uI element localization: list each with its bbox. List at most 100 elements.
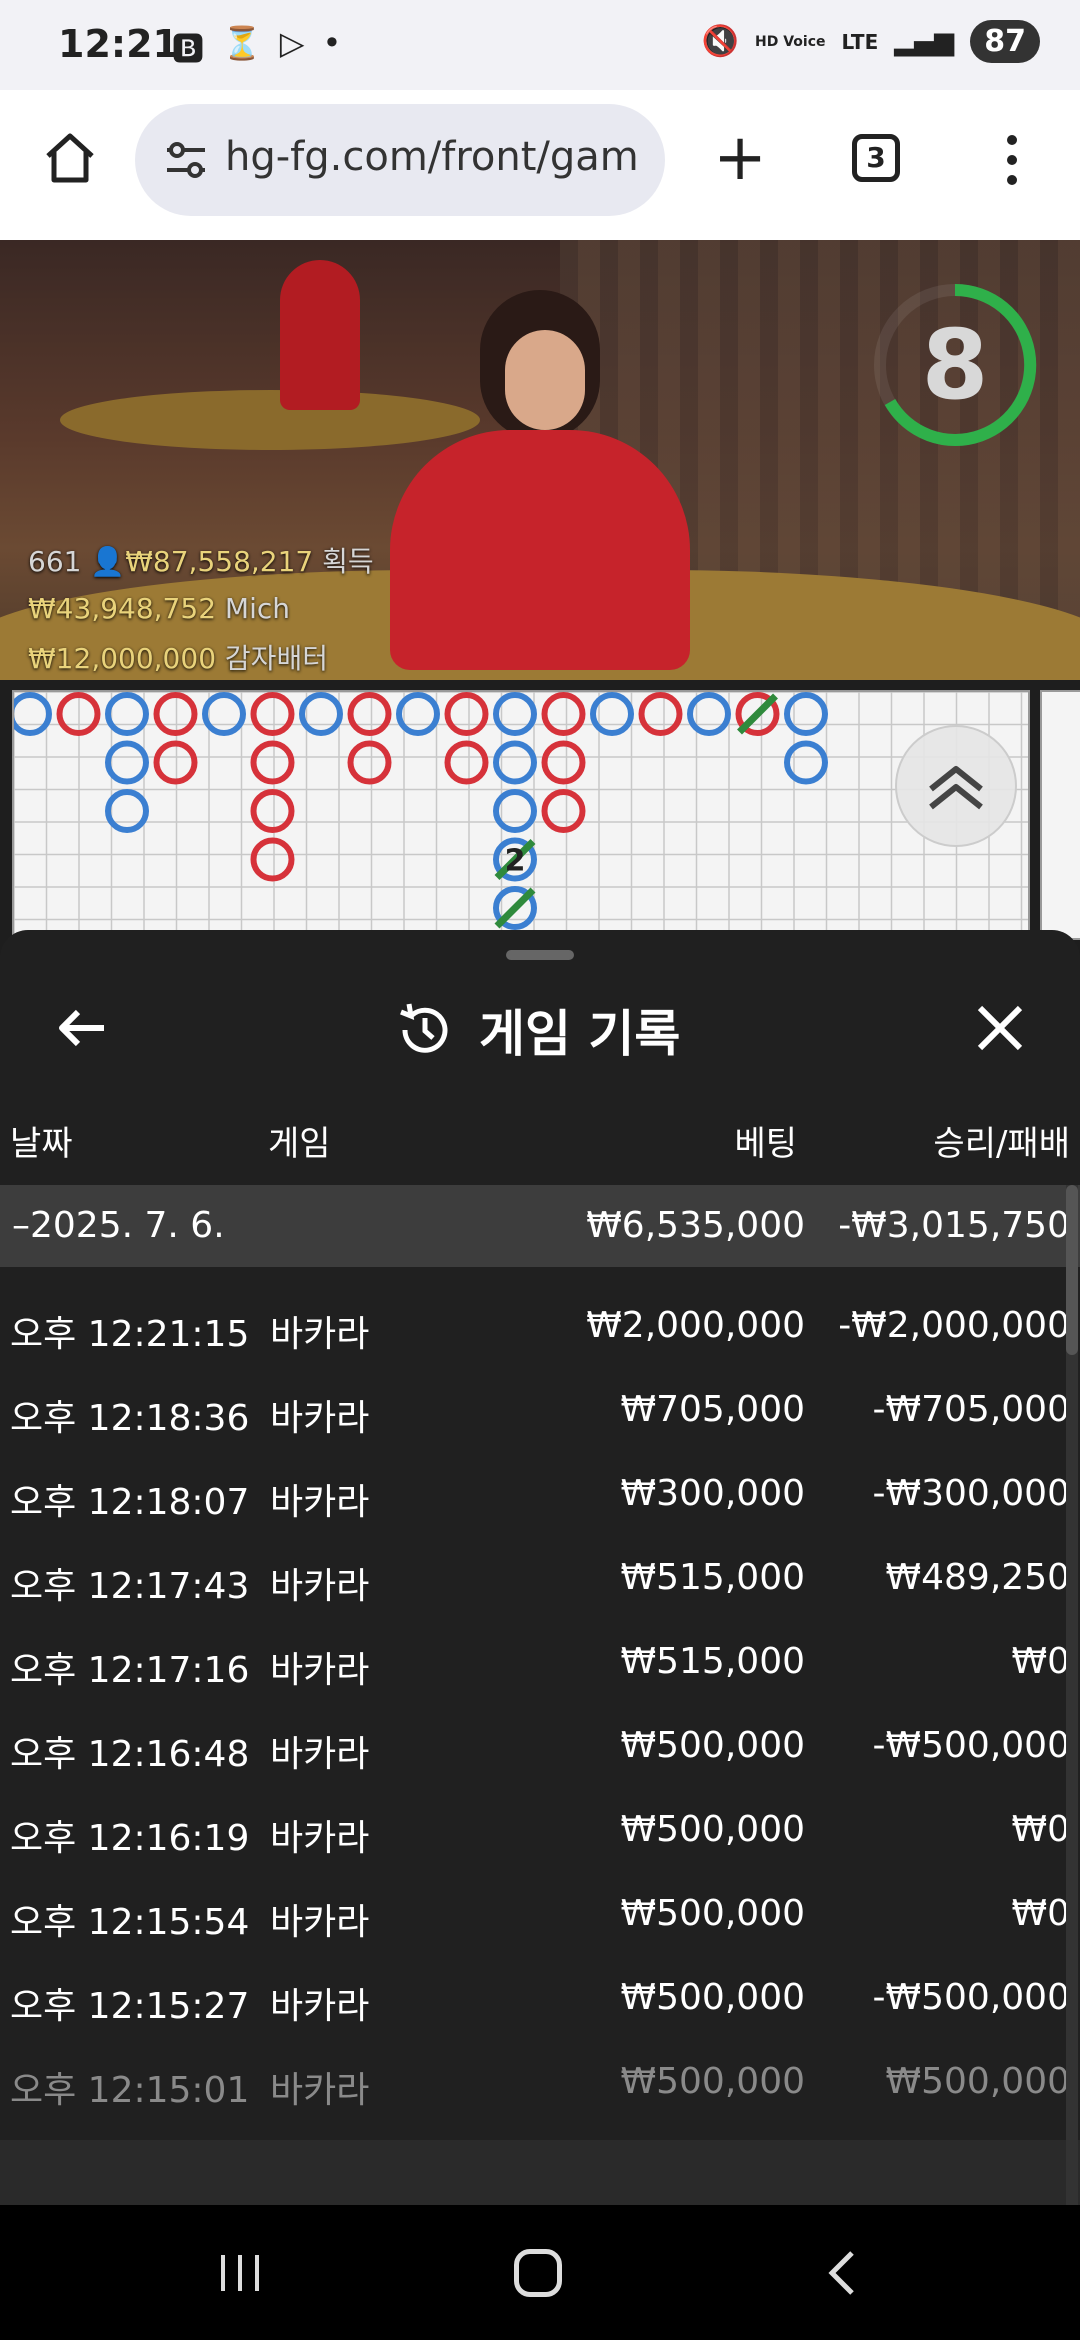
b-icon: 🅱: [172, 30, 205, 68]
status-time: 12:21: [58, 22, 179, 66]
row-time: 오후 12:21:15: [10, 1314, 250, 1355]
row-game: 바카라: [270, 1734, 370, 1775]
history-row[interactable]: 오후 12:17:16 바카라 ₩515,000 ₩0: [0, 1621, 1080, 1705]
new-tab-icon[interactable]: +: [712, 126, 768, 190]
row-result: -₩500,000: [872, 1725, 1070, 1766]
row-bet: ₩2,000,000: [586, 1305, 805, 1346]
player-bead: [202, 692, 246, 736]
row-result: -₩500,000: [872, 1977, 1070, 2018]
row-time: 오후 12:18:07: [10, 1482, 250, 1523]
banker-bead: [250, 692, 295, 736]
live-video[interactable]: 8 661 👤₩87,558,217 획득 ₩43,948,752 Mich ₩…: [0, 240, 1080, 680]
group-date: –2025. 7. 6.: [12, 1205, 225, 1246]
row-time: 오후 12:16:48: [10, 1734, 250, 1775]
col-bet: 베팅: [734, 1124, 797, 1164]
row-result: ₩0: [1011, 1893, 1071, 1934]
history-row[interactable]: 오후 12:21:15 바카라 ₩2,000,000 -₩2,000,000: [0, 1285, 1080, 1369]
next-date-group-row[interactable]: [0, 2140, 1080, 2205]
row-time: 오후 12:15:54: [10, 1902, 250, 1943]
sheet-header: 게임 기록: [395, 990, 680, 1070]
history-row[interactable]: 오후 12:15:54 바카라 ₩500,000 ₩0: [0, 1873, 1080, 1957]
banker-bead: [153, 692, 198, 736]
row-time: 오후 12:15:27: [10, 1986, 250, 2027]
background-table: [60, 390, 480, 450]
timer-icon: ⏳: [222, 24, 262, 62]
banker-bead: [541, 692, 586, 736]
row-bet: ₩500,000: [620, 1977, 805, 2018]
history-row[interactable]: 오후 12:18:07 바카라 ₩300,000 -₩300,000: [0, 1453, 1080, 1537]
history-row[interactable]: 오후 12:16:19 바카라 ₩500,000 ₩0: [0, 1789, 1080, 1873]
row-result: ₩500,000: [885, 2061, 1070, 2102]
dealer-face: [505, 330, 585, 430]
banker-bead: [153, 740, 198, 785]
history-row[interactable]: 오후 12:15:27 바카라 ₩500,000 -₩500,000: [0, 1957, 1080, 2041]
background-dealer: [280, 260, 360, 410]
more-menu-icon[interactable]: [1000, 130, 1024, 190]
row-time: 오후 12:16:19: [10, 1818, 250, 1859]
expand-up-button[interactable]: [895, 725, 1017, 847]
dealer-dress: [390, 430, 690, 670]
row-bet: ₩500,000: [620, 1809, 805, 1850]
row-bet: ₩515,000: [620, 1641, 805, 1682]
url-text[interactable]: hg-fg.com/front/gam: [225, 134, 639, 180]
banker-bead: [638, 692, 683, 736]
big-win-user: Mich: [224, 592, 290, 625]
person-icon: 👤: [90, 545, 126, 578]
home-nav-icon[interactable]: [514, 2249, 562, 2297]
back-arrow-icon[interactable]: [54, 1000, 110, 1056]
bet-countdown-timer: 8: [870, 280, 1040, 450]
back-nav-icon[interactable]: [820, 2249, 868, 2297]
row-bet: ₩500,000: [620, 1725, 805, 1766]
banker-bead: [347, 740, 392, 785]
banker-bead: [250, 740, 295, 785]
site-settings-icon[interactable]: [165, 140, 207, 180]
url-bar[interactable]: hg-fg.com/front/gam: [135, 104, 665, 216]
scrollbar-thumb[interactable]: [1066, 1185, 1078, 1355]
player-bead: [14, 692, 52, 736]
row-game: 바카라: [270, 1314, 370, 1355]
row-bet: ₩500,000: [620, 1893, 805, 1934]
history-row[interactable]: 오후 12:18:36 바카라 ₩705,000 -₩705,000: [0, 1369, 1080, 1453]
game-history-sheet: 게임 기록 날짜 게임 베팅 승리/패배 –2025. 7. 6. ₩6,535…: [0, 930, 1080, 2205]
win-label: 획득: [322, 545, 374, 578]
tab-switcher-icon[interactable]: 3: [852, 134, 900, 182]
banker-bead: [541, 789, 586, 833]
banker-bead: [250, 789, 295, 833]
row-game: 바카라: [270, 2070, 370, 2111]
bead-road[interactable]: 2: [12, 690, 1030, 940]
row-game: 바카라: [270, 1902, 370, 1943]
row-game: 바카라: [270, 1398, 370, 1439]
banker-bead: [541, 740, 586, 785]
player-bead: [784, 740, 828, 785]
row-result: ₩0: [1011, 1641, 1071, 1682]
row-time: 오후 12:17:16: [10, 1650, 250, 1691]
player-bead: [299, 692, 343, 736]
banker-bead: [347, 692, 392, 736]
status-notification-icons: 🅱 ⏳ ▷ •: [172, 24, 341, 70]
close-icon[interactable]: [972, 1000, 1028, 1056]
date-group-row[interactable]: –2025. 7. 6. ₩6,535,000 -₩3,015,750: [0, 1185, 1080, 1267]
row-result: ₩0: [1011, 1809, 1071, 1850]
browser-toolbar: hg-fg.com/front/gam + 3: [0, 90, 1080, 241]
mute-icon: 🔇: [701, 24, 739, 59]
play-store-icon: ▷: [279, 24, 305, 62]
row-bet: ₩300,000: [620, 1473, 805, 1514]
history-row[interactable]: 오후 12:16:48 바카라 ₩500,000 -₩500,000: [0, 1705, 1080, 1789]
row-bet: ₩705,000: [620, 1389, 805, 1430]
history-row[interactable]: 오후 12:17:43 바카라 ₩515,000 ₩489,250: [0, 1537, 1080, 1621]
history-row[interactable]: 오후 12:15:01 바카라 ₩500,000 ₩500,000: [0, 2041, 1080, 2125]
group-bet-total: ₩6,535,000: [586, 1205, 805, 1246]
recents-icon[interactable]: [215, 2253, 265, 2293]
player-bead: [105, 740, 149, 785]
hd-voice-label: HD Voice: [755, 33, 826, 50]
home-icon[interactable]: [42, 130, 98, 186]
sheet-drag-handle[interactable]: [506, 950, 574, 960]
bead-road-grid: 2: [14, 692, 1028, 938]
player-count: 661: [28, 545, 82, 578]
secondary-road: [1040, 690, 1080, 940]
col-game: 게임: [268, 1124, 331, 1164]
player-bead: [687, 692, 731, 736]
status-right-icons: 🔇 HD Voice LTE ▂▄▆ 87: [702, 20, 1040, 63]
third-win-user: 감자배터: [224, 642, 328, 675]
third-win-amount: ₩12,000,000: [28, 642, 217, 675]
